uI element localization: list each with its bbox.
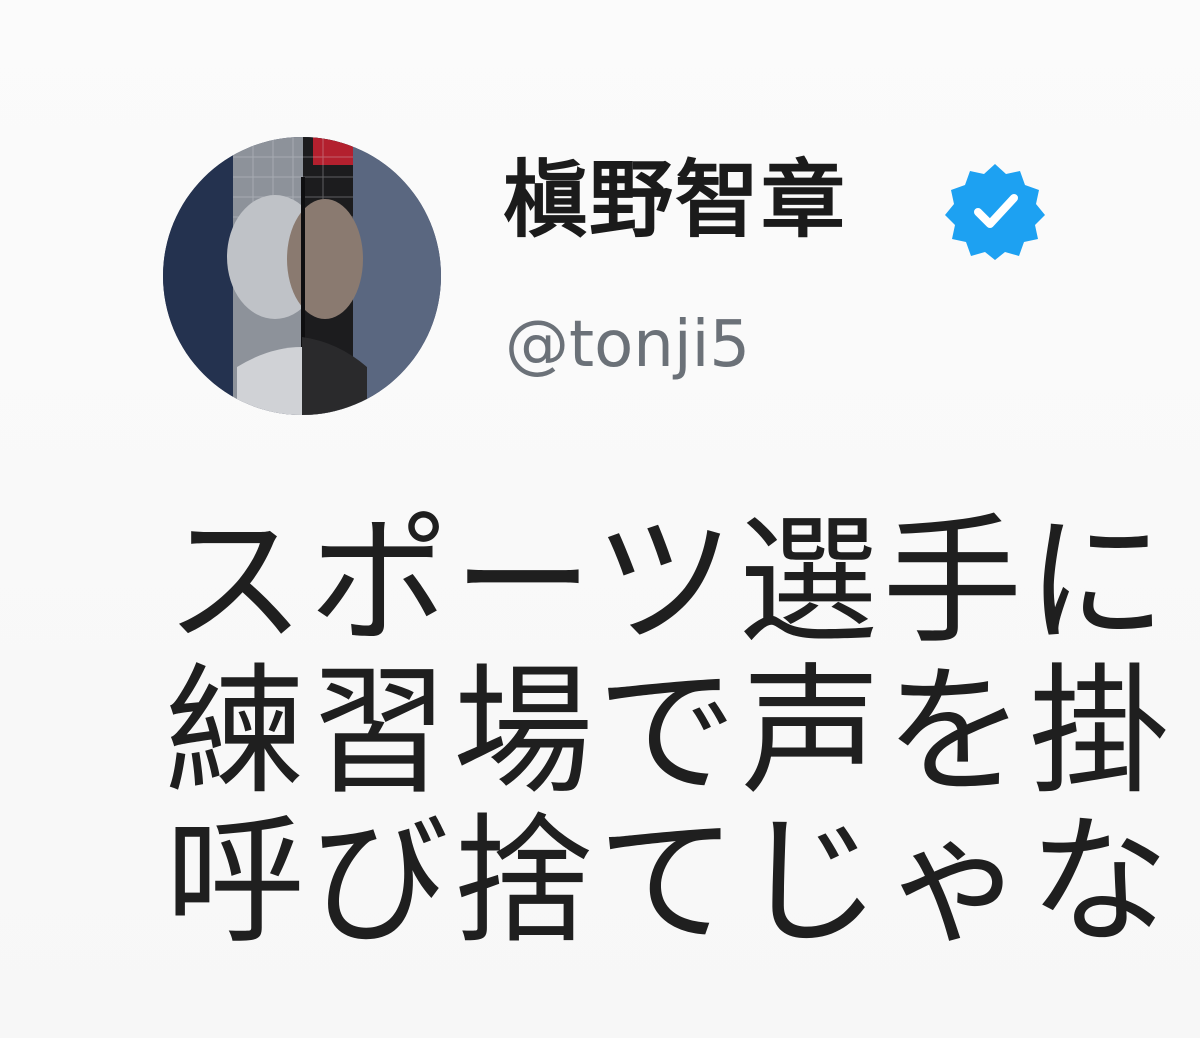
avatar[interactable] bbox=[163, 137, 441, 415]
handle[interactable]: @tonji5 bbox=[505, 305, 750, 385]
verified-check-icon bbox=[945, 160, 1045, 260]
tweet-text-line: スポーツ選手に bbox=[165, 508, 1171, 664]
display-name[interactable]: 槇野智章 bbox=[503, 150, 847, 250]
tweet-text: スポーツ選手に 練習場で声を掛 呼び捨てじゃな bbox=[165, 508, 1200, 958]
tweet-text-line: 呼び捨てじゃな bbox=[165, 801, 1174, 958]
tweet-text-line: 練習場で声を掛 bbox=[165, 651, 1174, 814]
avatar-image bbox=[163, 137, 441, 415]
tweet-screenshot: 槇野智章 @tonji5 スポーツ選手に 練習場で声を掛 呼び捨てじゃな bbox=[0, 0, 1200, 1038]
